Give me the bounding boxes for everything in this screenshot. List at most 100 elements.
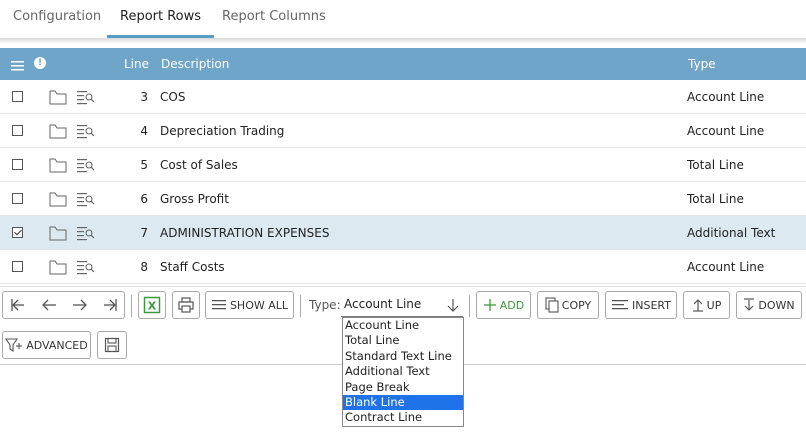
arrow-down-icon	[447, 299, 459, 312]
print-button[interactable]	[172, 291, 200, 319]
tab-bar: Configuration Report Rows Report Columns	[0, 0, 806, 40]
save-button[interactable]	[97, 331, 127, 359]
table-row[interactable]: 6 Gross Profit Total Line	[0, 182, 806, 216]
table-row[interactable]: 5 Cost of Sales Total Line	[0, 148, 806, 182]
details-icon[interactable]	[76, 259, 96, 275]
arrow-right-icon	[73, 299, 87, 311]
add-label: ADD	[499, 298, 525, 312]
alert-badge: !	[34, 57, 46, 69]
cell-line: 3	[140, 90, 148, 104]
cell-line: 7	[140, 226, 148, 240]
insert-button[interactable]: INSERT	[605, 291, 677, 319]
dropdown-option[interactable]: Page Break	[343, 380, 463, 395]
folder-icon[interactable]	[49, 225, 67, 241]
svg-text:X: X	[148, 300, 157, 313]
advanced-label: ADVANCED	[26, 338, 88, 352]
details-icon[interactable]	[76, 191, 96, 207]
table-row[interactable]: 4 Depreciation Trading Account Line	[0, 114, 806, 148]
toolbar-separator	[469, 295, 470, 317]
move-down-button[interactable]: DOWN	[736, 291, 802, 319]
row-checkbox[interactable]	[12, 227, 23, 238]
cell-description: Cost of Sales	[160, 158, 238, 172]
dropdown-option[interactable]: Standard Text Line	[343, 349, 463, 364]
row-checkbox[interactable]	[12, 125, 23, 136]
table-row[interactable]: 3 COS Account Line	[0, 80, 806, 114]
column-settings-icon[interactable]: !	[8, 54, 46, 74]
up-label: UP	[706, 298, 722, 312]
filter-add-icon	[5, 338, 23, 352]
dropdown-option[interactable]: Total Line	[343, 333, 463, 348]
row-checkbox[interactable]	[12, 193, 23, 204]
type-select[interactable]: Account Line	[341, 293, 463, 317]
cell-line: 8	[140, 260, 148, 274]
cell-type: Total Line	[687, 158, 744, 172]
cell-type: Account Line	[687, 260, 765, 274]
tab-configuration[interactable]: Configuration	[0, 0, 114, 38]
dropdown-option[interactable]: Blank Line	[343, 394, 463, 411]
row-checkbox[interactable]	[12, 261, 23, 272]
export-excel-button[interactable]: X	[138, 291, 166, 319]
first-record-button[interactable]	[3, 292, 33, 318]
toolbar-separator	[131, 295, 132, 317]
details-icon[interactable]	[76, 89, 96, 105]
row-checkbox[interactable]	[12, 159, 23, 170]
advanced-filter-button[interactable]: ADVANCED	[2, 331, 91, 359]
down-label: DOWN	[758, 298, 795, 312]
details-icon[interactable]	[76, 225, 96, 241]
show-all-label: SHOW ALL	[229, 298, 289, 312]
insert-row-icon	[612, 300, 629, 310]
copy-label: COPY	[561, 298, 592, 312]
tab-report-rows[interactable]: Report Rows	[107, 0, 215, 38]
record-navigation	[2, 291, 125, 319]
dropdown-option[interactable]: Contract Line	[343, 410, 463, 425]
table-row[interactable]: 7 ADMINISTRATION EXPENSES Additional Text	[0, 216, 806, 250]
move-up-button[interactable]: UP	[683, 291, 730, 319]
cell-description: COS	[160, 90, 186, 104]
copy-icon	[545, 297, 559, 313]
type-label: Type:	[309, 298, 341, 312]
first-icon	[11, 299, 24, 311]
cell-description: Gross Profit	[160, 192, 229, 206]
details-icon[interactable]	[76, 123, 96, 139]
tab-divider	[0, 38, 806, 44]
arrow-down-icon	[744, 298, 755, 311]
save-icon	[104, 337, 120, 353]
excel-icon: X	[143, 296, 161, 314]
table-row[interactable]: 8 Staff Costs Account Line	[0, 250, 806, 284]
copy-button[interactable]: COPY	[537, 291, 599, 319]
previous-record-button[interactable]	[34, 292, 64, 318]
cell-line: 5	[140, 158, 148, 172]
type-dropdown-list: Account Line Total Line Standard Text Line…	[342, 317, 464, 427]
column-header-type[interactable]: Type	[688, 48, 716, 80]
cell-line: 4	[140, 124, 148, 138]
dropdown-option[interactable]: Account Line	[343, 318, 463, 333]
last-record-button[interactable]	[95, 292, 125, 318]
cell-line: 6	[140, 192, 148, 206]
details-icon[interactable]	[76, 157, 96, 173]
folder-icon[interactable]	[49, 157, 67, 173]
cell-type: Account Line	[687, 124, 765, 138]
add-button[interactable]: ADD	[476, 291, 531, 319]
dropdown-option[interactable]: Additional Text	[343, 364, 463, 379]
next-record-button[interactable]	[65, 292, 95, 318]
cell-description: ADMINISTRATION EXPENSES	[160, 226, 330, 240]
insert-label: INSERT	[632, 298, 671, 312]
row-checkbox[interactable]	[12, 91, 23, 102]
tab-report-columns[interactable]: Report Columns	[209, 0, 339, 38]
folder-icon[interactable]	[49, 191, 67, 207]
last-icon	[104, 299, 117, 311]
cell-type: Account Line	[687, 90, 765, 104]
folder-icon[interactable]	[49, 259, 67, 275]
column-header-description[interactable]: Description	[161, 48, 229, 80]
arrow-up-icon	[692, 299, 703, 312]
cell-description: Staff Costs	[160, 260, 225, 274]
list-icon	[211, 300, 226, 310]
cell-type: Total Line	[687, 192, 744, 206]
show-all-button[interactable]: SHOW ALL	[205, 291, 294, 319]
folder-icon[interactable]	[49, 89, 67, 105]
column-header-line[interactable]: Line	[124, 48, 149, 80]
arrow-left-icon	[42, 299, 56, 311]
printer-icon	[178, 297, 194, 313]
toolbar-separator	[300, 295, 301, 317]
folder-icon[interactable]	[49, 123, 67, 139]
